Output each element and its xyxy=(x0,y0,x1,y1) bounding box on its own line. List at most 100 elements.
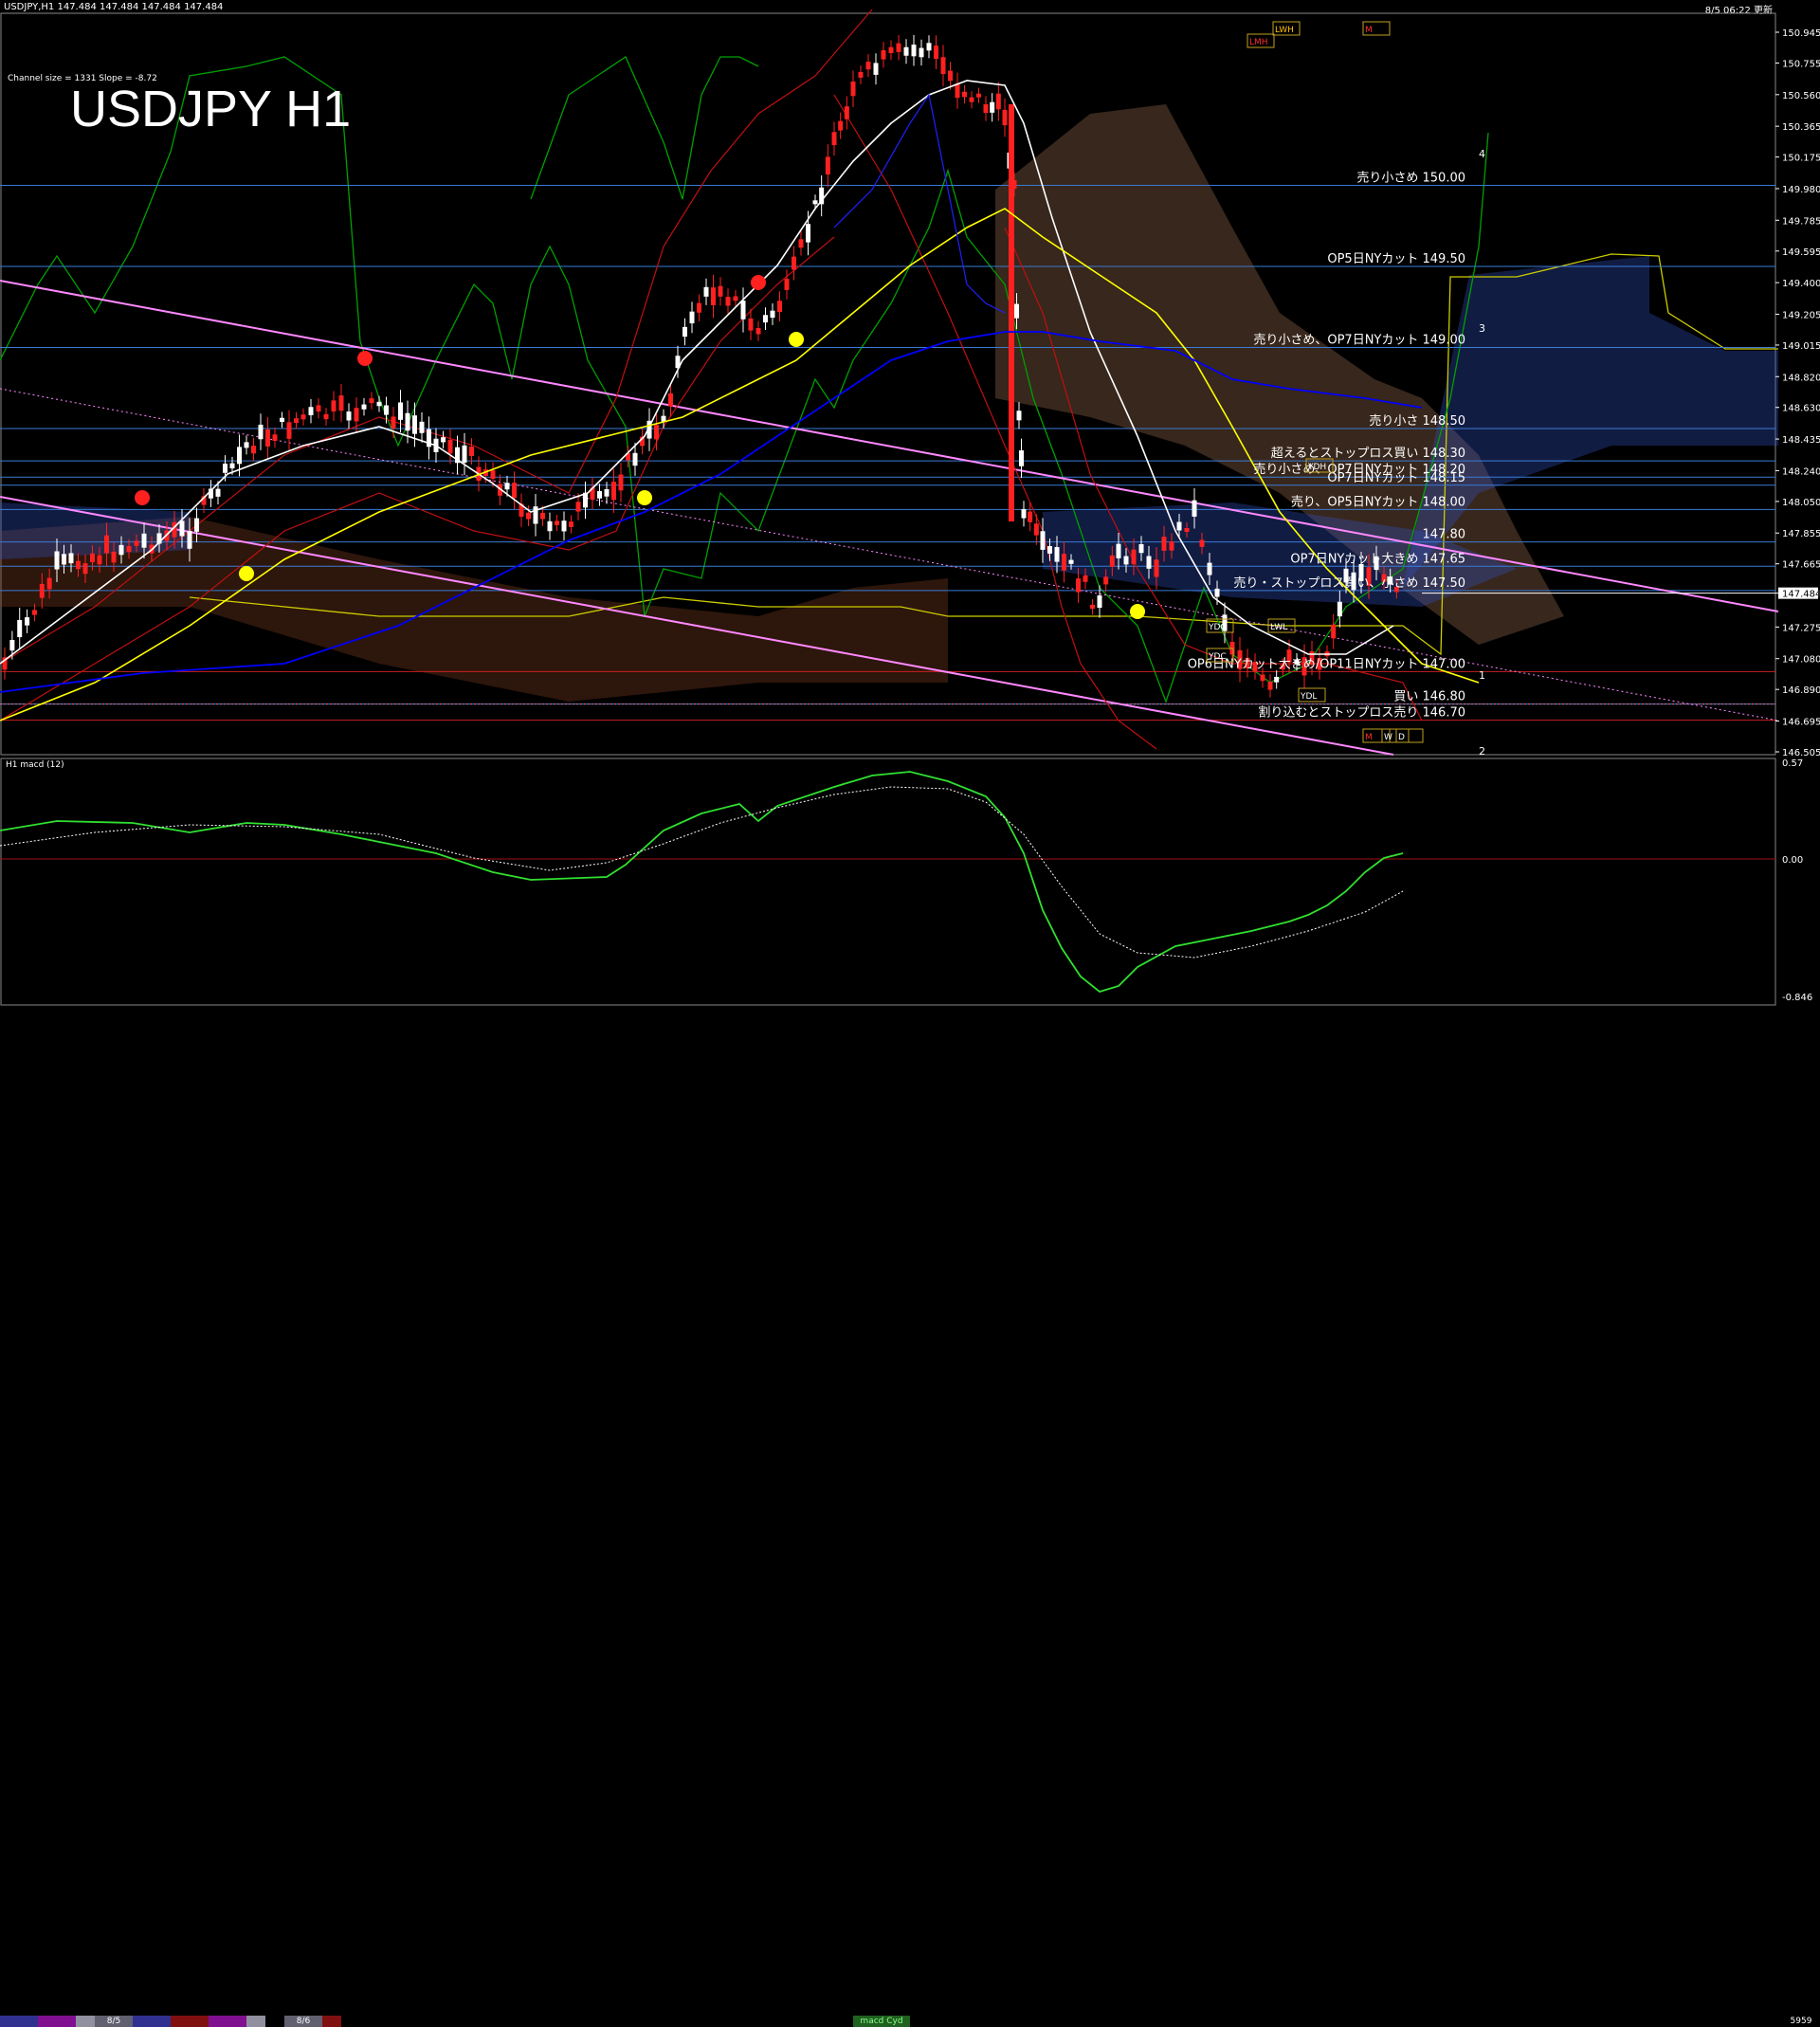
candle-body xyxy=(1154,559,1159,577)
candle-body xyxy=(1033,523,1039,536)
candle-body xyxy=(1184,527,1190,533)
candle-body xyxy=(873,63,879,75)
price-chart[interactable]: 150.945 150.755 150.560 150.365 150.175 149.9… xyxy=(0,0,1820,1024)
candle-body xyxy=(265,429,270,447)
macd-indicator xyxy=(0,771,1775,993)
candle-body xyxy=(258,424,264,440)
tab-color-5[interactable] xyxy=(171,2016,209,2027)
candle-body xyxy=(512,483,517,499)
price-tick-label: 147.080 xyxy=(1782,655,1820,666)
candle-body xyxy=(1138,543,1144,554)
candle-body xyxy=(39,583,45,598)
session-marker: LMH xyxy=(1249,38,1268,47)
candle-body xyxy=(865,62,871,70)
bottom-right-number: 5959 xyxy=(1790,2017,1812,2026)
candle-body xyxy=(229,463,235,469)
tab-date-2[interactable]: 8/6 xyxy=(284,2016,322,2027)
candle-body xyxy=(1016,411,1022,421)
tab-color-4[interactable] xyxy=(133,2016,171,2027)
candle-body xyxy=(104,535,109,554)
price-tick-label: 149.015 xyxy=(1782,341,1820,352)
candle-body xyxy=(1054,547,1060,562)
candle-body xyxy=(703,286,709,297)
price-tick-label: 148.240 xyxy=(1782,466,1820,477)
session-marker: YDC xyxy=(1208,652,1227,662)
candle-body xyxy=(969,97,974,102)
tab-color-6[interactable] xyxy=(209,2016,246,2027)
session-marker: M xyxy=(1365,733,1373,742)
session-marker: LWL xyxy=(1270,623,1287,632)
candle-body xyxy=(361,404,367,410)
fractal-marker xyxy=(751,275,766,290)
candle-body xyxy=(1260,674,1265,682)
candle-body xyxy=(896,43,901,52)
fractal-marker xyxy=(357,351,373,366)
wave-number: 1 xyxy=(1479,669,1485,682)
session-marker: W xyxy=(1384,733,1392,742)
candle-body xyxy=(1097,595,1102,609)
candle-body xyxy=(441,437,446,443)
candle-body xyxy=(179,520,185,537)
candle-body xyxy=(1116,543,1121,558)
candle-body xyxy=(718,285,723,297)
tab-macd[interactable]: macd Cyd xyxy=(853,2016,910,2027)
candle-body xyxy=(1014,303,1019,319)
candle-body xyxy=(331,400,337,412)
fractal-marker xyxy=(135,490,150,505)
candle-body xyxy=(391,416,396,429)
candle-body xyxy=(940,57,946,75)
price-tick-label: 149.400 xyxy=(1782,279,1820,289)
level-label: 売り・ストップロス買い、小さめ 147.50 xyxy=(1233,575,1465,591)
candle-body xyxy=(748,318,754,331)
level-label: 割り込むとストップロス売り 146.70 xyxy=(1258,705,1465,721)
candle-body xyxy=(251,446,256,454)
candle-body xyxy=(597,491,602,499)
candle-body xyxy=(126,545,132,553)
candle-body xyxy=(405,412,410,431)
candle-body xyxy=(244,442,249,448)
candle-body xyxy=(1331,624,1337,639)
candle-body xyxy=(300,414,306,420)
macd-line xyxy=(0,771,1404,993)
wave-number: 3 xyxy=(1479,322,1485,335)
price-tick-label: 148.630 xyxy=(1782,404,1820,414)
candle-body xyxy=(611,482,616,501)
candle-body xyxy=(1090,604,1095,610)
candle-body xyxy=(604,489,610,497)
candle-body xyxy=(504,483,510,490)
candle-body xyxy=(569,521,573,527)
candle-body xyxy=(844,106,849,119)
tab-color-7[interactable] xyxy=(246,2016,265,2027)
tab-color-1[interactable] xyxy=(0,2016,38,2027)
level-label: OP7日NYカット 148.15 xyxy=(1327,471,1465,485)
candle-body xyxy=(955,83,960,99)
candle-body xyxy=(141,533,147,548)
session-marker: YDO xyxy=(1208,623,1228,632)
candle-body xyxy=(294,418,299,424)
candle-body xyxy=(755,328,761,335)
candle-body xyxy=(919,47,924,58)
session-marker: LWH xyxy=(1275,26,1294,35)
candle-body xyxy=(111,551,117,563)
wave-number: 4 xyxy=(1479,148,1485,160)
tab-date-1[interactable]: 8/5 xyxy=(95,2016,133,2027)
candle-body xyxy=(983,103,989,114)
candle-body xyxy=(384,405,389,415)
macd-axis-label: 0.00 xyxy=(1782,855,1803,866)
candle-body xyxy=(346,411,352,421)
macd-axis-label: -0.846 xyxy=(1782,993,1812,1003)
price-tick-label: 150.755 xyxy=(1782,59,1820,69)
level-label: 147.80 xyxy=(1423,528,1466,542)
candle-body xyxy=(540,512,545,520)
candle-body xyxy=(419,421,425,433)
candle-body xyxy=(561,520,567,532)
candle-body xyxy=(770,310,775,319)
tab-color-3[interactable] xyxy=(76,2016,95,2027)
tab-color-8[interactable] xyxy=(322,2016,341,2027)
price-tick-label: 146.505 xyxy=(1782,748,1820,758)
price-tick-label: 150.365 xyxy=(1782,122,1820,133)
level-label: OP7日NYカット大きめ 147.65 xyxy=(1290,552,1465,566)
tab-color-2[interactable] xyxy=(38,2016,76,2027)
price-tick-label: 148.050 xyxy=(1782,498,1820,508)
candle-body xyxy=(286,422,292,439)
